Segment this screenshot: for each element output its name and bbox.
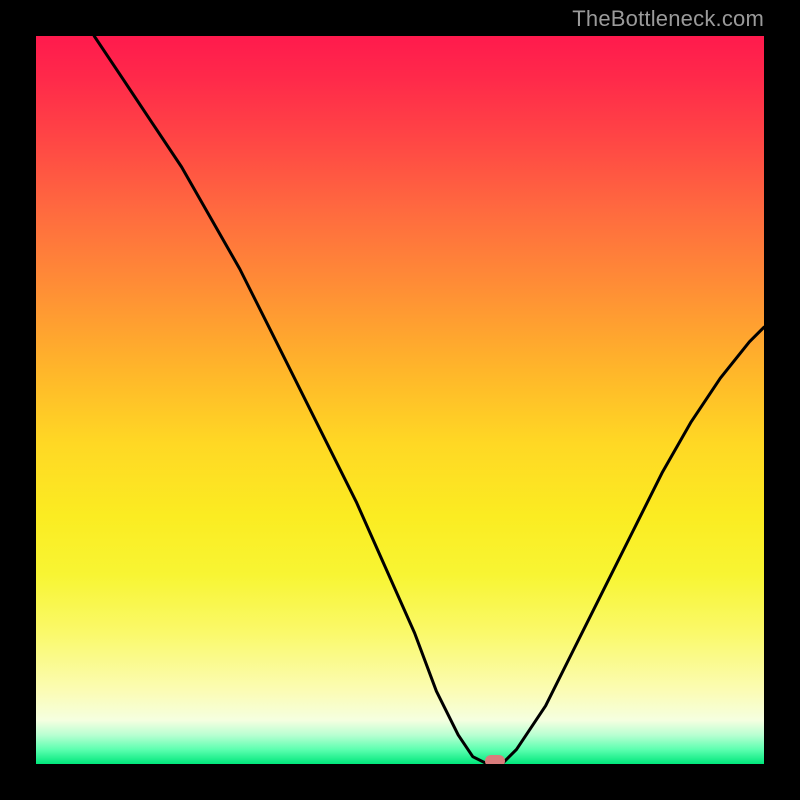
chart-frame: TheBottleneck.com: [0, 0, 800, 800]
plot-area: [36, 36, 764, 764]
watermark-text: TheBottleneck.com: [572, 6, 764, 32]
bottleneck-curve: [36, 36, 764, 764]
optimal-marker: [485, 755, 505, 764]
